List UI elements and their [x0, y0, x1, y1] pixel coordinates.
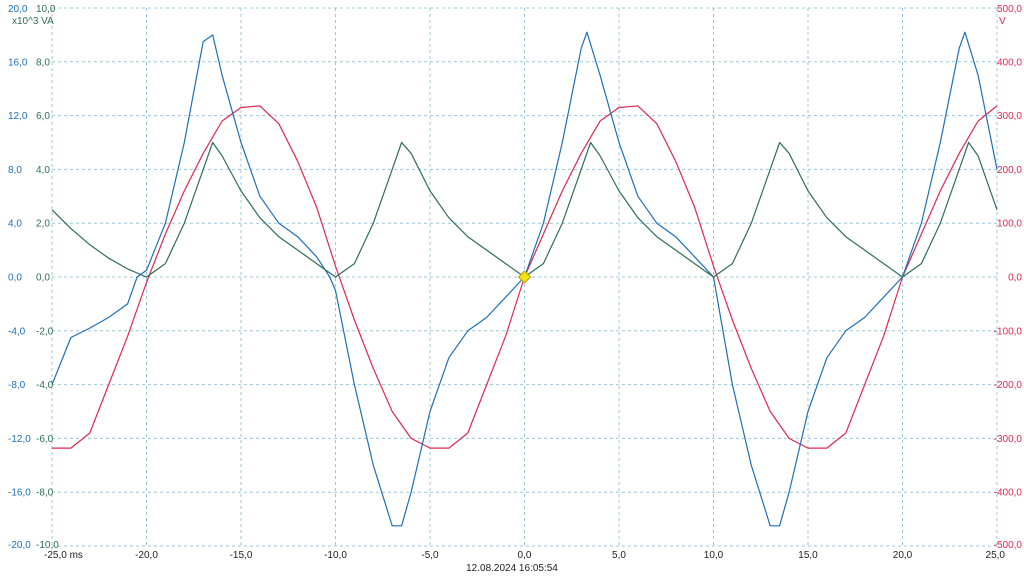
red-axis-tick-label: 300,0: [997, 111, 1022, 122]
blue-axis-tick-label: 12,0: [8, 111, 28, 122]
green-axis-tick-label: -2,0: [36, 326, 54, 337]
red-axis-tick-label: -200,0: [994, 380, 1023, 391]
green-axis-tick-label: 6,0: [36, 111, 50, 122]
green-axis-tick-label: 8,0: [36, 57, 50, 68]
green-axis-tick-label: 4,0: [36, 165, 50, 176]
blue-axis-tick-label: -16,0: [8, 488, 31, 499]
x-axis-tick-label: 5,0: [612, 550, 626, 561]
x-axis-tick-label: 25,0: [986, 550, 1006, 561]
green-axis-tick-label: -6,0: [36, 434, 54, 445]
blue-axis-tick-label: 4,0: [8, 219, 22, 230]
red-axis-tick-label: -100,0: [994, 326, 1023, 337]
blue-axis-tick-label: 20,0: [8, 4, 28, 15]
blue-axis-tick-label: -8,0: [8, 380, 26, 391]
red-axis-tick-label: -400,0: [994, 488, 1023, 499]
timestamp: 12.08.2024 16:05:54: [466, 563, 558, 574]
green-axis-unit: x10^3 VA: [12, 16, 54, 27]
blue-axis-tick-label: -12,0: [8, 434, 31, 445]
x-axis-tick-label: 10,0: [704, 550, 724, 561]
x-axis-tick-label: 20,0: [893, 550, 913, 561]
x-axis-tick-label: -20,0: [135, 550, 158, 561]
oscilloscope-chart: 20,0 10,0 16,0 8,0 12,0 6,0 8,0 4,0 4,0 2,0 0,0 0,0…: [0, 0, 1024, 576]
plot-background: [0, 0, 1024, 576]
red-axis-tick-label: 0,0: [1008, 273, 1022, 284]
blue-axis-tick-label: 8,0: [8, 165, 22, 176]
x-axis-tick-label: -25,0 ms: [44, 550, 83, 561]
red-axis-tick-label: 100,0: [997, 219, 1022, 230]
red-axis-tick-label: -300,0: [994, 434, 1023, 445]
x-axis-tick-label: 0,0: [518, 550, 532, 561]
blue-axis-tick-label: -20,0: [8, 540, 31, 551]
blue-axis-tick-label: 0,0: [8, 273, 22, 284]
x-axis-tick-label: 15,0: [798, 550, 818, 561]
red-axis-tick-label: 400,0: [997, 57, 1022, 68]
red-axis-tick-label: 500,0: [997, 4, 1022, 15]
green-axis-tick-label: 2,0: [36, 219, 50, 230]
green-axis-tick-label: -4,0: [36, 380, 54, 391]
x-axis-tick-label: -10,0: [324, 550, 347, 561]
red-axis-tick-label: 200,0: [997, 165, 1022, 176]
x-axis-tick-label: -15,0: [230, 550, 253, 561]
red-axis-unit: V: [999, 16, 1006, 27]
green-axis-tick-label: -8,0: [36, 488, 54, 499]
green-axis-tick-label: 10,0: [36, 4, 56, 15]
blue-axis-tick-label: -4,0: [8, 326, 26, 337]
green-axis-tick-label: 0,0: [36, 273, 50, 284]
x-axis-tick-label: -5,0: [421, 550, 439, 561]
blue-axis-tick-label: 16,0: [8, 57, 28, 68]
